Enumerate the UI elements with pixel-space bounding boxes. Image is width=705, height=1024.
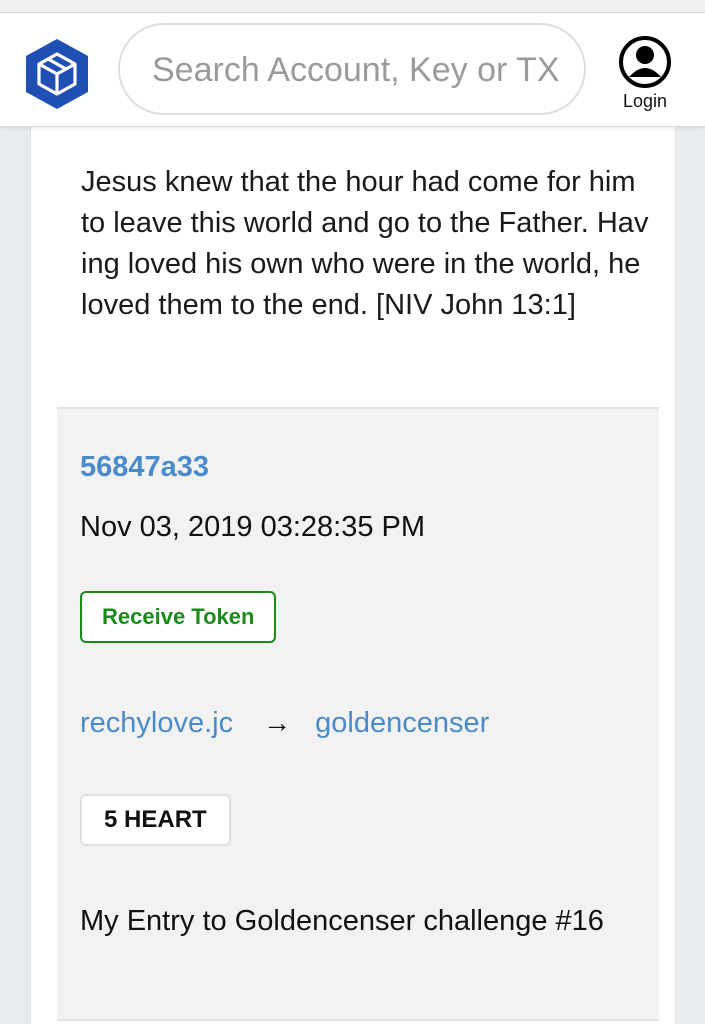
transaction-id-link[interactable]: 56847a33 bbox=[80, 451, 209, 484]
sender-account-link[interactable]: rechylove.jc bbox=[80, 707, 233, 739]
login-label: Login bbox=[622, 91, 668, 111]
transaction-type-badge: Receive Token bbox=[80, 591, 277, 643]
user-icon bbox=[612, 35, 678, 89]
search-box[interactable] bbox=[118, 23, 586, 115]
transaction-timestamp: Nov 03, 2019 03:28:35 PM bbox=[80, 511, 426, 543]
entry-card: Jesus knew that the hour had come for hi… bbox=[30, 127, 676, 1024]
transfer-arrow-icon: → bbox=[263, 707, 292, 738]
transaction-memo: My Entry to Goldencenser challenge #16 bbox=[80, 905, 604, 937]
entry-quote: Jesus knew that the hour had come for hi… bbox=[81, 166, 649, 321]
receiver-account-link[interactable]: goldencenser bbox=[315, 707, 489, 739]
transaction-divider bbox=[57, 1019, 659, 1021]
transaction-item: 56847a33 Nov 03, 2019 03:28:35 PM Receiv… bbox=[57, 407, 659, 1021]
token-amount-badge: 5 HEART bbox=[80, 794, 231, 846]
transfer-line: rechylove.jc → goldencenser bbox=[80, 707, 489, 740]
header: Login bbox=[0, 13, 705, 127]
search-input[interactable] bbox=[150, 25, 584, 113]
cube-logo-icon[interactable] bbox=[24, 37, 90, 111]
login-button[interactable]: Login bbox=[612, 35, 678, 115]
browser-top-strip bbox=[0, 0, 705, 13]
